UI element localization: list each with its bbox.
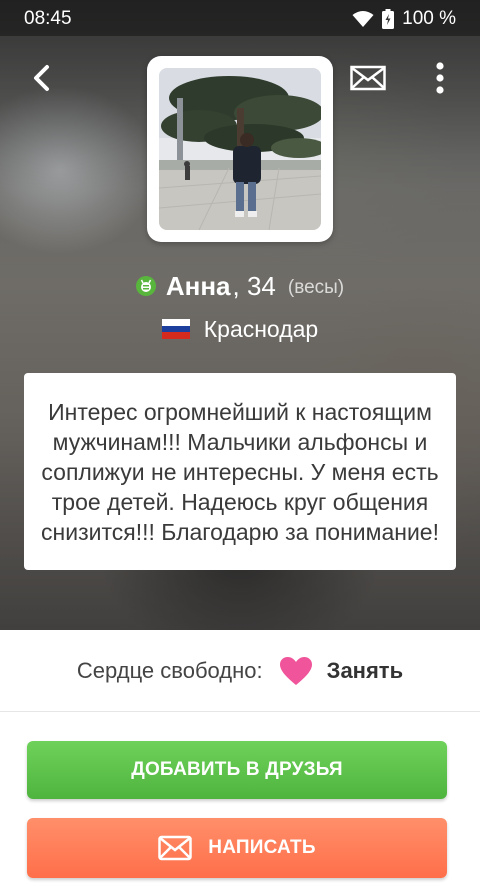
heart-status-row[interactable]: Сердце свободно: Занять <box>0 630 480 712</box>
add-friend-button[interactable]: ДОБАВИТЬ В ДРУЗЬЯ <box>27 741 447 799</box>
add-friend-label: ДОБАВИТЬ В ДРУЗЬЯ <box>131 759 343 780</box>
heart-icon[interactable] <box>279 656 313 686</box>
chevron-left-icon[interactable] <box>26 62 58 94</box>
status-bar: 08:45 100 % <box>0 0 480 36</box>
envelope-icon <box>158 835 193 861</box>
profile-zodiac: (весы) <box>287 277 345 298</box>
profile-name: Анна <box>165 270 231 301</box>
profile-city: Краснодар <box>203 315 319 342</box>
write-message-label: НАПИСАТЬ <box>208 837 316 858</box>
profile-photo-image <box>159 68 321 230</box>
write-message-button[interactable]: НАПИСАТЬ <box>27 818 447 878</box>
status-indicators: 100 % <box>352 8 456 30</box>
heart-status-label: Сердце свободно: <box>76 657 263 683</box>
profile-about-text: Интерес огромнейший к настоящим мужчинам… <box>41 398 439 545</box>
profile-about-card: Интерес огромнейший к настоящим мужчинам… <box>24 373 456 570</box>
russia-flag-icon <box>161 319 190 340</box>
profile-photo[interactable] <box>147 56 333 242</box>
envelope-icon[interactable] <box>350 64 386 92</box>
profile-age: , 34 <box>232 270 276 301</box>
more-vertical-icon[interactable] <box>428 60 452 96</box>
online-status-icon <box>135 276 156 296</box>
wifi-icon <box>352 11 374 27</box>
status-time: 08:45 <box>24 8 72 29</box>
battery-charging-icon <box>382 9 395 29</box>
profile-name-row: Анна , 34 (весы) <box>0 268 480 304</box>
profile-city-row: Краснодар <box>0 312 480 346</box>
battery-percent: 100 % <box>402 8 456 29</box>
heart-status-value[interactable]: Занять <box>327 658 403 684</box>
